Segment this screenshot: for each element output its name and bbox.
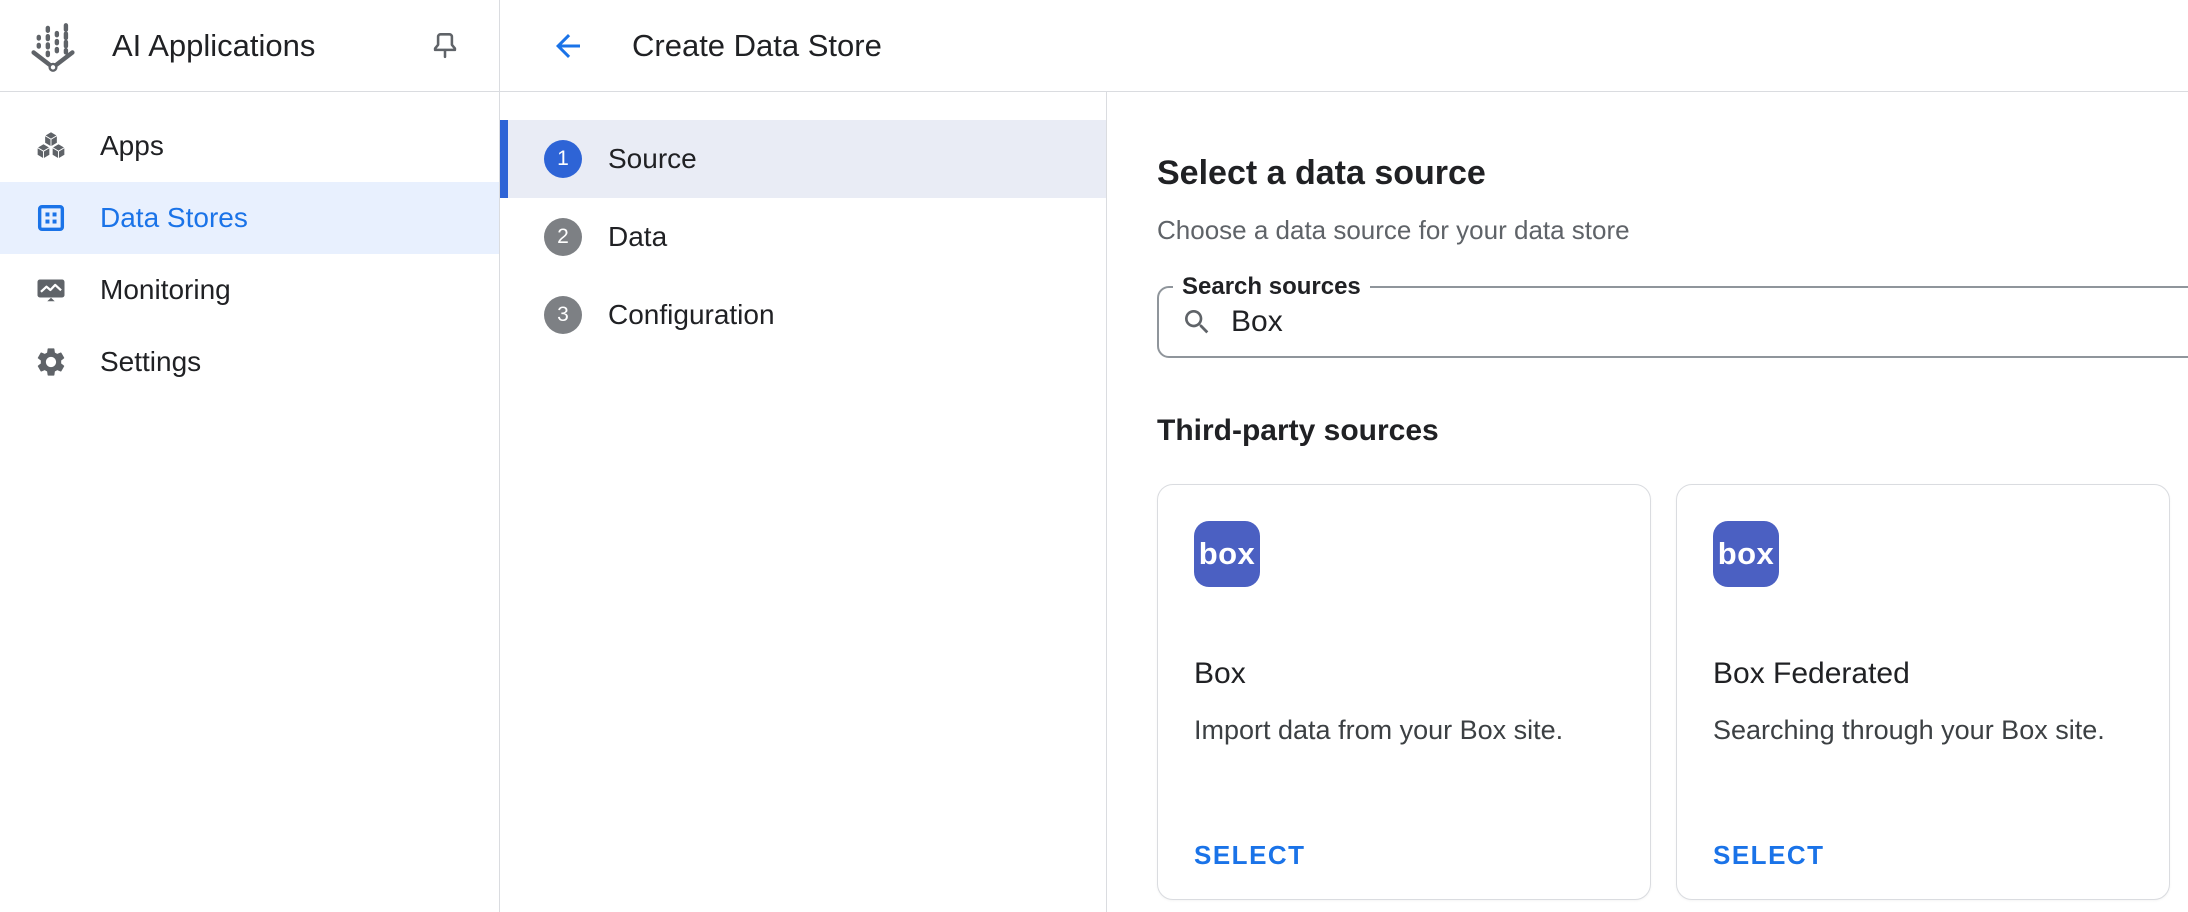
card-description: Import data from your Box site. [1194,715,1614,746]
sidebar-item-apps[interactable]: Apps [0,110,499,182]
sidebar-item-label: Monitoring [100,274,231,306]
ai-applications-logo-icon [22,15,84,77]
step-number-badge: 1 [544,140,582,178]
sidebar: AI Applications [0,0,500,912]
card-title: Box [1194,657,1614,691]
data-stores-icon [30,201,72,235]
source-card-box: box Box Import data from your Box site. … [1157,484,1651,900]
box-logo: box [1713,521,1779,587]
step-data: 2 Data [500,198,1106,276]
section-heading-third-party: Third-party sources [1157,414,2188,448]
search-input[interactable] [1231,305,2188,339]
sidebar-item-label: Apps [100,130,164,162]
card-title: Box Federated [1713,657,2133,691]
pin-sidebar-button[interactable] [417,18,473,74]
search-field-label: Search sources [1173,273,1370,301]
page-heading: Select a data source [1157,154,2188,193]
select-button[interactable]: SELECT [1713,840,1825,871]
source-card-box-federated: box Box Federated Searching through your… [1676,484,2170,900]
card-description: Searching through your Box site. [1713,715,2133,746]
select-button[interactable]: SELECT [1194,840,1306,871]
sidebar-item-label: Settings [100,346,201,378]
back-button[interactable] [542,20,594,72]
step-label: Source [608,143,697,175]
step-source[interactable]: 1 Source [500,120,1106,198]
app-title: AI Applications [112,28,417,64]
pin-icon [427,28,463,64]
sidebar-nav: Apps Data Stores [0,92,499,398]
monitoring-icon [30,272,72,308]
apps-icon [30,128,72,164]
step-label: Data [608,221,667,253]
source-cards: box Box Import data from your Box site. … [1157,484,2188,900]
page-subheading: Choose a data source for your data store [1157,215,2188,246]
step-configuration: 3 Configuration [500,276,1106,354]
sidebar-item-settings[interactable]: Settings [0,326,499,398]
step-label: Configuration [608,299,775,331]
step-number-badge: 3 [544,296,582,334]
settings-gear-icon [30,345,72,379]
ai-applications-console: AI Applications [0,0,2188,912]
search-sources-field: Search sources [1157,286,2188,358]
stepper: 1 Source 2 Data 3 Configuration [500,92,1107,912]
main-panel: Create Data Store 1 Source 2 Data 3 Conf… [500,0,2188,912]
page-header: Create Data Store [500,0,2188,92]
sidebar-header: AI Applications [0,0,499,92]
search-icon [1181,306,1213,338]
select-source-content: Select a data source Choose a data sourc… [1107,92,2188,912]
sidebar-item-monitoring[interactable]: Monitoring [0,254,499,326]
sidebar-item-data-stores[interactable]: Data Stores [0,182,499,254]
step-number-badge: 2 [544,218,582,256]
back-arrow-icon [550,28,586,64]
box-logo: box [1194,521,1260,587]
sidebar-item-label: Data Stores [100,202,248,234]
page-title: Create Data Store [632,28,882,64]
